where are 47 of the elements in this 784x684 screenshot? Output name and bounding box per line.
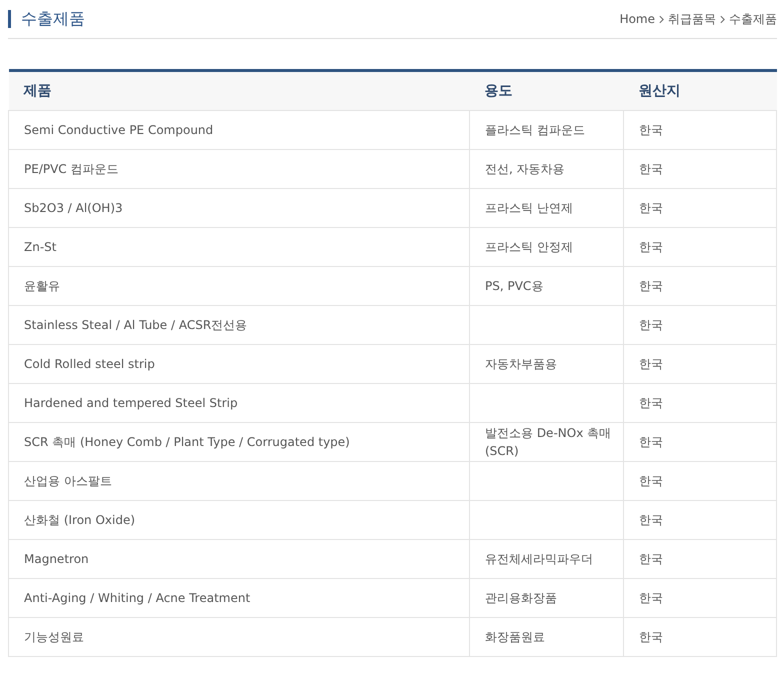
table-cell: Sb2O3 / Al(OH)3	[24, 201, 123, 215]
chevron-icon	[659, 14, 664, 24]
table-cell: 윤활유	[24, 279, 60, 293]
table-cell: 프라스틱 난연제	[485, 201, 573, 215]
table-cell: 유전체세라믹파우더	[485, 552, 593, 566]
table-cell: 플라스틱 컴파운드	[485, 123, 585, 137]
column-header: 용도	[470, 70, 624, 110]
table-cell: 한국	[639, 474, 663, 488]
table-cell: 한국	[639, 240, 663, 254]
table-cell: 전선, 자동차용	[485, 162, 565, 176]
breadcrumb-link[interactable]: Home	[620, 12, 655, 26]
table-cell: PE/PVC 컴파운드	[24, 162, 118, 176]
column-header: 제품	[8, 70, 470, 110]
table-cell: 기능성원료	[24, 630, 84, 644]
table-cell: 한국	[639, 435, 663, 449]
table-cell: 한국	[639, 201, 663, 215]
table-cell: Anti-Aging / Whiting / Acne Treatment	[24, 591, 250, 605]
table-cell: 한국	[639, 630, 663, 644]
table-cell: 자동차부품용	[485, 357, 557, 371]
column-header: 원산지	[624, 70, 776, 110]
table-cell: 한국	[639, 396, 663, 410]
table-cell: 발전소용 De-NOx 촉매 (SCR)	[485, 426, 612, 458]
table-cell: 화장품원료	[485, 630, 545, 644]
table-cell: 한국	[639, 318, 663, 332]
table-cell: Hardened and tempered Steel Strip	[24, 396, 238, 410]
table-cell: SCR 촉매 (Honey Comb / Plant Type / Corrugated type)	[24, 435, 350, 449]
table-cell: 한국	[639, 279, 663, 293]
table-cell: Semi Conductive PE Compound	[24, 123, 214, 137]
table-cell: 프라스틱 안정제	[485, 240, 573, 254]
table-cell: 산업용 아스팔트	[24, 474, 112, 488]
table-cell: Zn-St	[24, 240, 56, 254]
breadcrumb-link[interactable]: 취급품목	[668, 10, 716, 28]
table-cell: 관리용화장품	[485, 591, 557, 605]
chevron-icon	[720, 14, 725, 24]
page-title: 수출제품	[8, 10, 85, 28]
table-cell: 한국	[639, 591, 663, 605]
table-cell: 한국	[639, 513, 663, 527]
table-cell: 한국	[639, 123, 663, 137]
table-cell: Stainless Steal / Al Tube / ACSR전선용	[24, 318, 248, 332]
table-cell: 한국	[639, 162, 663, 176]
table-cell: 한국	[639, 552, 663, 566]
table-cell: Magnetron	[24, 552, 89, 566]
breadcrumb-link[interactable]: 수출제품	[729, 10, 777, 28]
table-cell: 한국	[639, 357, 663, 371]
table-cell: PS, PVC용	[485, 279, 544, 293]
table-cell: Cold Rolled steel strip	[24, 357, 155, 371]
table-cell: 산화철 (Iron Oxide)	[24, 513, 136, 527]
